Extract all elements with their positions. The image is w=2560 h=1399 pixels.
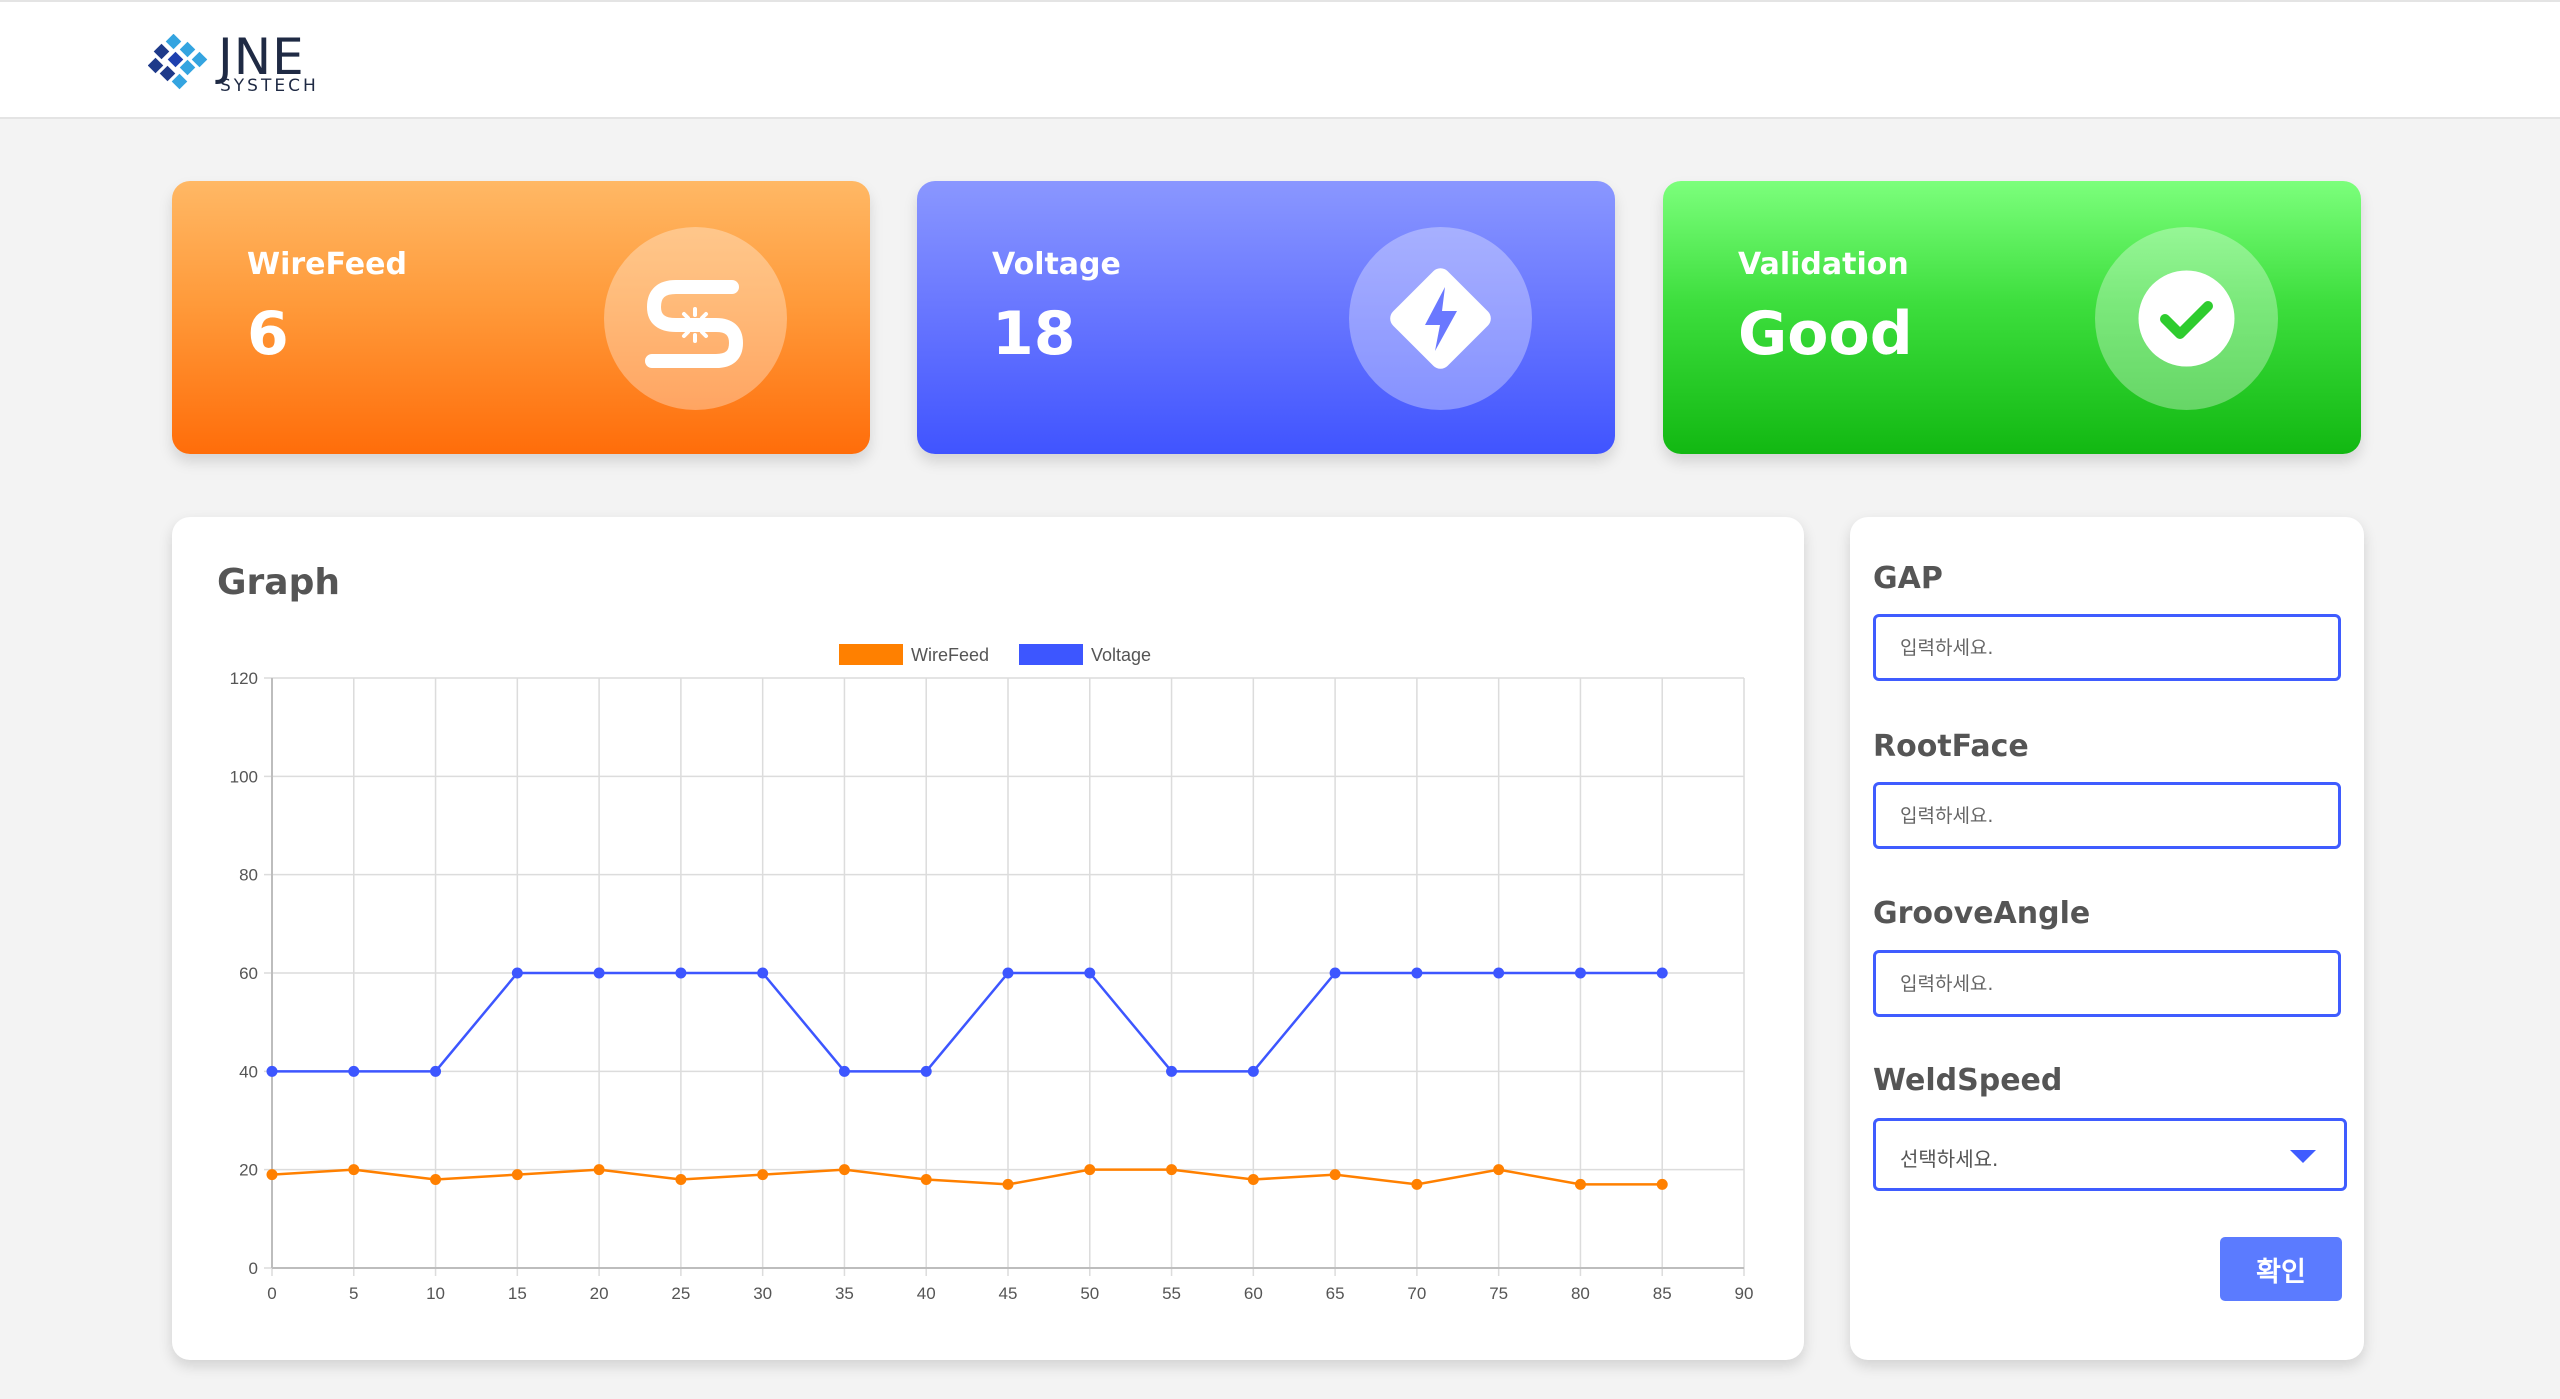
data-point bbox=[593, 967, 605, 979]
app-header: JNE SYSTECH bbox=[0, 0, 2560, 119]
x-tick-label: 30 bbox=[753, 1284, 772, 1303]
grooveangle-input[interactable] bbox=[1873, 950, 2341, 1017]
data-point bbox=[920, 1174, 932, 1185]
x-tick-label: 90 bbox=[1735, 1284, 1754, 1303]
x-tick-label: 70 bbox=[1407, 1284, 1426, 1303]
data-point bbox=[675, 967, 687, 979]
x-tick-label: 75 bbox=[1489, 1284, 1508, 1303]
x-tick-label: 60 bbox=[1244, 1284, 1263, 1303]
wirefeed-card: WireFeed 6 bbox=[172, 181, 870, 454]
wire-feed-icon bbox=[604, 227, 787, 410]
voltage-card: Voltage 18 bbox=[917, 181, 1615, 454]
card-value: 18 bbox=[992, 299, 1076, 369]
data-point bbox=[757, 967, 769, 979]
data-point bbox=[1574, 1178, 1586, 1190]
data-point bbox=[1329, 967, 1341, 979]
legend-swatch bbox=[839, 644, 903, 665]
data-point bbox=[1656, 967, 1668, 979]
y-tick-label: 0 bbox=[249, 1259, 258, 1278]
chevron-down-icon bbox=[2290, 1150, 2316, 1163]
data-point bbox=[920, 1065, 932, 1077]
data-point bbox=[266, 1169, 278, 1181]
y-tick-label: 100 bbox=[230, 767, 258, 786]
gap-label: GAP bbox=[1873, 561, 1943, 596]
series-line bbox=[271, 1168, 1663, 1186]
data-point bbox=[1329, 1169, 1341, 1181]
brand-logo[interactable]: JNE SYSTECH bbox=[148, 30, 328, 96]
check-icon bbox=[2095, 227, 2278, 410]
x-tick-label: 55 bbox=[1162, 1284, 1181, 1303]
data-point bbox=[1166, 1164, 1178, 1176]
x-tick-label: 0 bbox=[267, 1284, 276, 1303]
data-point bbox=[1166, 1065, 1178, 1077]
data-point bbox=[1656, 1178, 1668, 1190]
data-point bbox=[1411, 967, 1423, 979]
data-point bbox=[838, 1065, 850, 1077]
card-value: Good bbox=[1738, 299, 1913, 369]
data-point bbox=[1247, 1065, 1259, 1077]
data-point bbox=[1002, 967, 1014, 979]
x-tick-label: 50 bbox=[1080, 1284, 1099, 1303]
legend-swatch bbox=[1019, 644, 1083, 665]
y-tick-label: 120 bbox=[230, 669, 258, 688]
data-point bbox=[348, 1065, 360, 1077]
y-tick-label: 60 bbox=[239, 964, 258, 983]
x-tick-label: 40 bbox=[917, 1284, 936, 1303]
data-point bbox=[757, 1169, 769, 1181]
y-tick-label: 20 bbox=[239, 1161, 258, 1180]
rootface-label: RootFace bbox=[1873, 729, 2029, 764]
data-point bbox=[266, 1065, 278, 1077]
x-tick-label: 65 bbox=[1326, 1284, 1345, 1303]
legend-label: WireFeed bbox=[911, 645, 989, 665]
gap-input[interactable] bbox=[1873, 614, 2341, 681]
card-label: Validation bbox=[1738, 247, 1909, 282]
x-tick-label: 25 bbox=[671, 1284, 690, 1303]
legend-label: Voltage bbox=[1091, 645, 1151, 665]
y-tick-label: 80 bbox=[239, 866, 258, 885]
data-point bbox=[430, 1065, 442, 1077]
x-tick-label: 20 bbox=[590, 1284, 609, 1303]
weldspeed-select[interactable]: 선택하세요. bbox=[1873, 1118, 2347, 1191]
x-tick-label: 45 bbox=[999, 1284, 1018, 1303]
confirm-button[interactable]: 확인 bbox=[2220, 1237, 2342, 1301]
data-point bbox=[675, 1174, 687, 1185]
data-point bbox=[1084, 1164, 1096, 1176]
card-value: 6 bbox=[247, 299, 289, 369]
data-point bbox=[1247, 1174, 1259, 1185]
weldspeed-label: WeldSpeed bbox=[1873, 1063, 2063, 1098]
card-label: WireFeed bbox=[247, 247, 407, 282]
validation-card: Validation Good bbox=[1663, 181, 2361, 454]
data-point bbox=[1493, 1164, 1505, 1176]
weldspeed-selected-value: 선택하세요. bbox=[1900, 1147, 1999, 1171]
x-tick-label: 5 bbox=[349, 1284, 358, 1303]
graph-panel: Graph 0 5 10 15 20 25 30 35 40 45 50 55 60 65 70 75 80 85… bbox=[172, 517, 1804, 1360]
rootface-input[interactable] bbox=[1873, 782, 2341, 849]
data-point bbox=[1002, 1178, 1014, 1190]
logo-diamond-icon bbox=[148, 34, 208, 90]
data-point bbox=[348, 1164, 360, 1176]
x-tick-label: 35 bbox=[835, 1284, 854, 1303]
line-chart: 0 5 10 15 20 25 30 35 40 45 50 55 60 65 70 75 80 85 90 0 20 4… bbox=[230, 644, 1754, 1303]
x-tick-label: 80 bbox=[1571, 1284, 1590, 1303]
data-point bbox=[511, 967, 523, 979]
data-point bbox=[1411, 1178, 1423, 1190]
data-point bbox=[1493, 967, 1505, 979]
card-label: Voltage bbox=[992, 247, 1121, 282]
data-point bbox=[511, 1169, 523, 1181]
lightning-icon bbox=[1349, 227, 1532, 410]
series-line bbox=[272, 971, 1663, 1073]
y-tick-label: 40 bbox=[239, 1062, 258, 1081]
grooveangle-label: GrooveAngle bbox=[1873, 896, 2091, 931]
data-point bbox=[1084, 967, 1096, 979]
data-point bbox=[593, 1164, 605, 1176]
x-tick-label: 85 bbox=[1653, 1284, 1672, 1303]
brand-subtitle: SYSTECH bbox=[220, 76, 319, 96]
data-point bbox=[838, 1164, 850, 1176]
x-tick-label: 15 bbox=[508, 1284, 527, 1303]
data-point bbox=[430, 1174, 442, 1185]
x-tick-label: 10 bbox=[426, 1284, 445, 1303]
data-point bbox=[1574, 967, 1586, 979]
